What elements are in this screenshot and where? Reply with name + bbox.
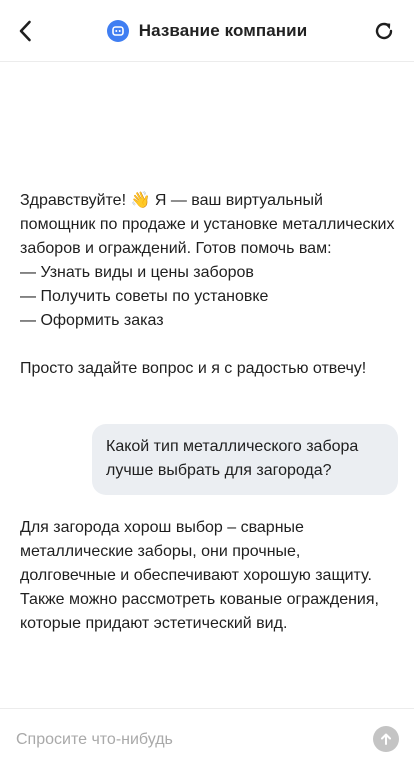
bot-message-answer: Для загорода хорош выбор – сварные метал… xyxy=(20,516,398,636)
greeting-option-order: — Оформить заказ xyxy=(20,312,164,329)
company-name: Название компании xyxy=(138,20,308,40)
back-button[interactable] xyxy=(8,14,42,48)
chat-app: Название компании Здравствуйте! 👋 Я — ва… xyxy=(0,0,414,770)
arrow-up-icon xyxy=(381,733,391,745)
send-button[interactable] xyxy=(373,726,399,752)
chatbot-icon xyxy=(106,19,129,42)
greeting-option-install: — Получить советы по установке xyxy=(20,288,269,305)
answer-text: Для загорода хорош выбор – сварные метал… xyxy=(20,519,379,632)
refresh-button[interactable] xyxy=(368,15,400,47)
bot-message-greeting: Здравствуйте! 👋 Я — ваш виртуальный помо… xyxy=(20,189,398,381)
refresh-icon xyxy=(375,22,393,40)
user-message-text: Какой тип металлического забора лучше вы… xyxy=(106,438,359,479)
greeting-text: Здравствуйте! 👋 Я — ваш виртуальный помо… xyxy=(20,192,395,257)
company-brand: Название компании xyxy=(106,19,308,42)
message-composer xyxy=(0,708,414,770)
user-message-bubble: Какой тип металлического забора лучше вы… xyxy=(92,424,398,495)
message-input[interactable] xyxy=(16,727,346,753)
chat-header: Название компании xyxy=(0,0,414,62)
greeting-option-prices: — Узнать виды и цены заборов xyxy=(20,264,254,281)
message-list: Здравствуйте! 👋 Я — ваш виртуальный помо… xyxy=(0,62,414,708)
greeting-closing: Просто задайте вопрос и я с радостью отв… xyxy=(20,360,367,377)
chevron-left-icon xyxy=(19,20,31,42)
